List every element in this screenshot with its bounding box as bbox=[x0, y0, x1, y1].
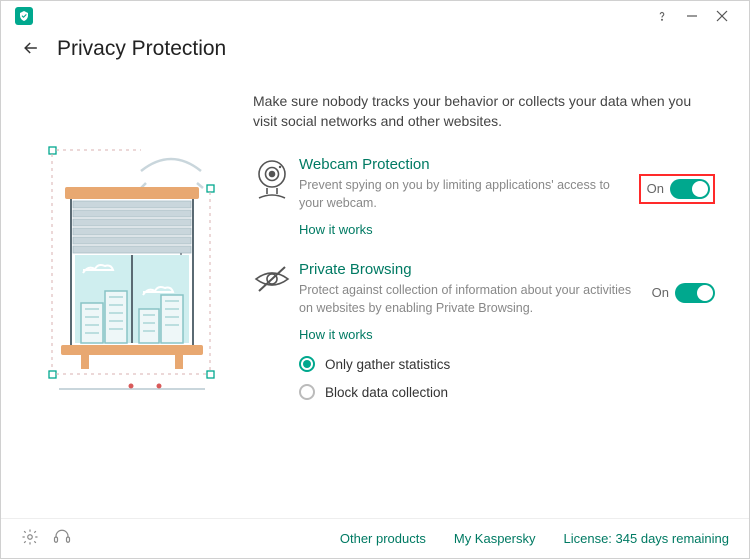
footer: Other products My Kaspersky License: 345… bbox=[1, 518, 749, 558]
main: Make sure nobody tracks your behavior or… bbox=[245, 91, 719, 436]
webcam-toggle-state: On bbox=[647, 181, 664, 196]
private-browsing-howitworks-link[interactable]: How it works bbox=[299, 327, 373, 342]
webcam-icon bbox=[253, 156, 299, 237]
radio-gather-label: Only gather statistics bbox=[325, 357, 450, 372]
webcam-title: Webcam Protection bbox=[299, 156, 715, 173]
radio-indicator bbox=[299, 384, 315, 400]
page-title: Privacy Protection bbox=[57, 37, 226, 61]
minimize-button[interactable] bbox=[677, 1, 707, 31]
webcam-desc: Prevent spying on you by limiting applic… bbox=[299, 176, 633, 212]
privacy-illustration bbox=[31, 91, 245, 436]
radio-block-label: Block data collection bbox=[325, 385, 448, 400]
private-browsing-title: Private Browsing bbox=[299, 261, 715, 278]
private-browsing-toggle-state: On bbox=[652, 285, 669, 300]
settings-icon[interactable] bbox=[21, 528, 39, 549]
private-browsing-toggle-wrap: On bbox=[652, 283, 715, 303]
radio-indicator-selected bbox=[299, 356, 315, 372]
close-button[interactable] bbox=[707, 1, 737, 31]
titlebar bbox=[1, 1, 749, 31]
private-browsing-icon bbox=[253, 261, 299, 412]
private-browsing-desc: Protect against collection of informatio… bbox=[299, 281, 646, 317]
radio-block-collection[interactable]: Block data collection bbox=[299, 384, 715, 400]
app-logo bbox=[15, 7, 33, 25]
webcam-howitworks-link[interactable]: How it works bbox=[299, 222, 373, 237]
webcam-toggle-highlight: On bbox=[639, 174, 715, 204]
license-link[interactable]: License: 345 days remaining bbox=[564, 531, 730, 546]
private-browsing-radio-group: Only gather statistics Block data collec… bbox=[299, 356, 715, 400]
other-products-link[interactable]: Other products bbox=[340, 531, 426, 546]
section-webcam: Webcam Protection Prevent spying on you … bbox=[253, 156, 719, 237]
back-button[interactable] bbox=[21, 38, 41, 61]
private-browsing-toggle[interactable] bbox=[675, 283, 715, 303]
section-private-browsing: Private Browsing Protect against collect… bbox=[253, 261, 719, 412]
intro-text: Make sure nobody tracks your behavior or… bbox=[253, 91, 719, 132]
my-kaspersky-link[interactable]: My Kaspersky bbox=[454, 531, 536, 546]
support-icon[interactable] bbox=[53, 528, 71, 549]
help-button[interactable] bbox=[647, 1, 677, 31]
radio-gather-stats[interactable]: Only gather statistics bbox=[299, 356, 715, 372]
webcam-toggle[interactable] bbox=[670, 179, 710, 199]
content: Make sure nobody tracks your behavior or… bbox=[1, 75, 749, 436]
header: Privacy Protection bbox=[1, 31, 749, 75]
